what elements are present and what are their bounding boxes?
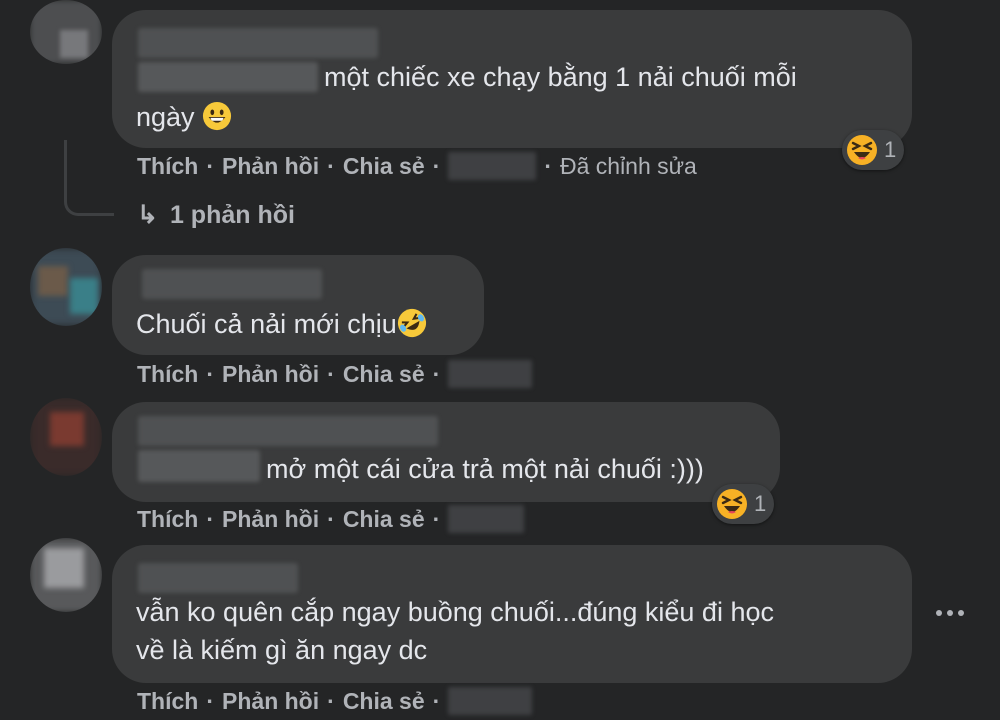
author-name-blurred[interactable]	[142, 269, 322, 299]
comment-bubble: mở một cái cửa trả một nải chuối :)))	[112, 402, 780, 502]
rolling-on-floor-laughing-icon	[397, 308, 426, 338]
comment-text: mở một cái cửa trả một nải chuối :)))	[266, 454, 704, 484]
reaction-badge[interactable]: 1	[842, 130, 905, 170]
separator-dot: ·	[206, 506, 215, 532]
like-button[interactable]: Thích	[137, 361, 198, 387]
separator-dot: ·	[544, 153, 552, 179]
separator-dot: ·	[327, 506, 335, 532]
comment-text: Chuối cả nải mới chịu	[136, 309, 397, 339]
view-replies-link[interactable]: ↳ 1 phản hồi	[137, 196, 295, 234]
reaction-badge[interactable]: 1	[712, 484, 775, 524]
reply-button[interactable]: Phản hồi	[222, 361, 319, 387]
separator-dot: ·	[206, 361, 215, 387]
reaction-count: 1	[754, 491, 767, 516]
reply-button[interactable]: Phản hồi	[222, 153, 319, 179]
author-name-blurred[interactable]	[138, 416, 438, 446]
reply-button[interactable]: Phản hồi	[222, 506, 319, 532]
avatar[interactable]	[30, 538, 102, 612]
share-button[interactable]: Chia sẻ	[343, 361, 425, 387]
separator-dot: ·	[432, 506, 441, 532]
comment-text-line2: về là kiếm gì ăn ngay dc	[136, 635, 428, 665]
comment-text: ngày	[136, 102, 195, 132]
comment-actions: Thích · Phản hồi · Chia sẻ ·	[137, 358, 533, 390]
more-options-icon[interactable]	[928, 596, 972, 630]
author-name-blurred[interactable]	[138, 28, 378, 58]
separator-dot: ·	[432, 361, 441, 387]
separator-dot: ·	[432, 153, 441, 179]
timestamp-blurred[interactable]	[448, 687, 533, 715]
timestamp-blurred[interactable]	[448, 360, 533, 388]
comment-actions: Thích · Phản hồi · Chia sẻ ·	[137, 503, 525, 535]
comment-actions: Thích · Phản hồi · Chia sẻ · · Đã chỉnh sửa	[137, 150, 697, 182]
edited-label: Đã chỉnh sửa	[559, 153, 697, 179]
comment-bubble: Chuối cả nải mới chịu	[112, 255, 484, 355]
share-button[interactable]: Chia sẻ	[343, 506, 425, 532]
separator-dot: ·	[432, 688, 441, 714]
reaction-count: 1	[884, 137, 897, 162]
like-button[interactable]: Thích	[137, 688, 198, 714]
like-button[interactable]: Thích	[137, 506, 198, 532]
laughing-squint-face-icon	[717, 489, 747, 519]
comment-text: một chiếc xe chạy bằng 1 nải chuối mỗi	[324, 62, 797, 92]
author-name-blurred	[138, 450, 260, 482]
author-name-blurred[interactable]	[138, 563, 298, 593]
separator-dot: ·	[206, 153, 215, 179]
share-button[interactable]: Chia sẻ	[343, 688, 425, 714]
separator-dot: ·	[206, 688, 215, 714]
comment-text: vẫn ko quên cắp ngay buồng chuối...đúng …	[136, 597, 774, 627]
reply-button[interactable]: Phản hồi	[222, 688, 319, 714]
comment-section: một chiếc xe chạy bằng 1 nải chuối mỗi n…	[0, 0, 1000, 720]
grinning-face-icon	[203, 101, 232, 131]
separator-dot: ·	[327, 688, 335, 714]
laughing-squint-face-icon	[847, 135, 877, 165]
separator-dot: ·	[327, 361, 335, 387]
comment-text-line2: ngày	[136, 98, 232, 136]
replies-count-label: 1 phản hồi	[169, 201, 295, 229]
comment-actions: Thích · Phản hồi · Chia sẻ ·	[137, 685, 533, 717]
avatar[interactable]	[30, 248, 102, 326]
like-button[interactable]: Thích	[137, 153, 198, 179]
avatar[interactable]	[30, 398, 102, 476]
comment-bubble: một chiếc xe chạy bằng 1 nải chuối mỗi n…	[112, 10, 912, 148]
timestamp-blurred[interactable]	[448, 505, 525, 533]
reply-arrow-icon: ↳	[137, 201, 158, 229]
author-name-blurred	[138, 62, 318, 92]
comment-bubble: vẫn ko quên cắp ngay buồng chuối...đúng …	[112, 545, 912, 683]
share-button[interactable]: Chia sẻ	[343, 153, 425, 179]
avatar[interactable]	[30, 0, 102, 64]
timestamp-blurred[interactable]	[448, 152, 537, 180]
thread-connector	[64, 140, 114, 216]
separator-dot: ·	[327, 153, 335, 179]
comment-text-line: Chuối cả nải mới chịu	[136, 305, 427, 343]
